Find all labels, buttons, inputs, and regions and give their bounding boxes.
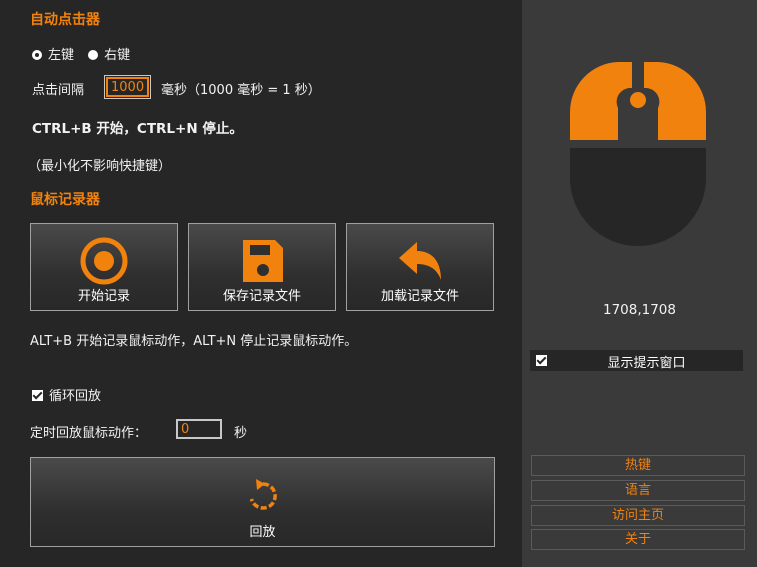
show-tip-window-label: 显示提示窗口 <box>607 356 686 371</box>
mouse-button-radio-group: 左键 右键 <box>32 44 140 63</box>
visit-homepage-button[interactable]: 访问主页 <box>531 505 745 526</box>
show-tip-window-checkbox[interactable]: 显示提示窗口 <box>530 350 743 371</box>
floppy-disk-icon <box>243 240 283 282</box>
loop-replay-label: 循环回放 <box>49 389 102 404</box>
radio-right-button[interactable] <box>88 50 99 60</box>
load-record-label: 加载记录文件 <box>380 289 459 304</box>
about-button[interactable]: 关于 <box>531 529 745 550</box>
timer-label: 定时回放鼠标动作： <box>30 426 148 441</box>
load-record-button[interactable]: 加载记录文件 <box>346 223 494 311</box>
timer-input[interactable] <box>176 419 222 439</box>
interval-label: 点击间隔 <box>32 83 85 98</box>
cursor-coordinates: 1708,1708 <box>602 302 676 318</box>
reply-arrow-icon <box>399 242 441 280</box>
radio-left-label[interactable]: 左键 <box>48 48 74 63</box>
language-button[interactable]: 语言 <box>531 480 745 501</box>
autoclicker-hotkey-text: CTRL+B 开始，CTRL+N 停止。 <box>32 121 243 137</box>
timer-unit: 秒 <box>234 426 248 441</box>
save-record-label: 保存记录文件 <box>222 289 301 304</box>
radio-left-button[interactable] <box>32 50 42 60</box>
start-record-label: 开始记录 <box>77 289 130 304</box>
replay-label: 回放 <box>249 525 276 540</box>
recorder-hotkey-text: ALT+B 开始记录鼠标动作，ALT+N 停止记录鼠标动作。 <box>30 334 358 349</box>
hotkeys-button[interactable]: 热键 <box>531 455 745 476</box>
replay-icon <box>249 479 277 510</box>
radio-right-label[interactable]: 右键 <box>104 48 130 63</box>
record-icon <box>80 237 128 285</box>
interval-unit: 毫秒（1000 毫秒 = 1 秒） <box>161 83 321 98</box>
interval-input[interactable] <box>104 75 151 99</box>
replay-button[interactable]: 回放 <box>30 457 495 547</box>
start-record-button[interactable]: 开始记录 <box>30 223 178 311</box>
autoclicker-title: 自动点击器 <box>30 12 100 28</box>
save-record-button[interactable]: 保存记录文件 <box>188 223 336 311</box>
checkbox-checked-icon[interactable] <box>32 390 43 401</box>
loop-replay-checkbox[interactable]: 循环回放 <box>32 385 101 404</box>
mouse-icon <box>570 62 706 246</box>
recorder-title: 鼠标记录器 <box>30 192 100 208</box>
minimize-note: （最小化不影响快捷键） <box>28 159 172 174</box>
